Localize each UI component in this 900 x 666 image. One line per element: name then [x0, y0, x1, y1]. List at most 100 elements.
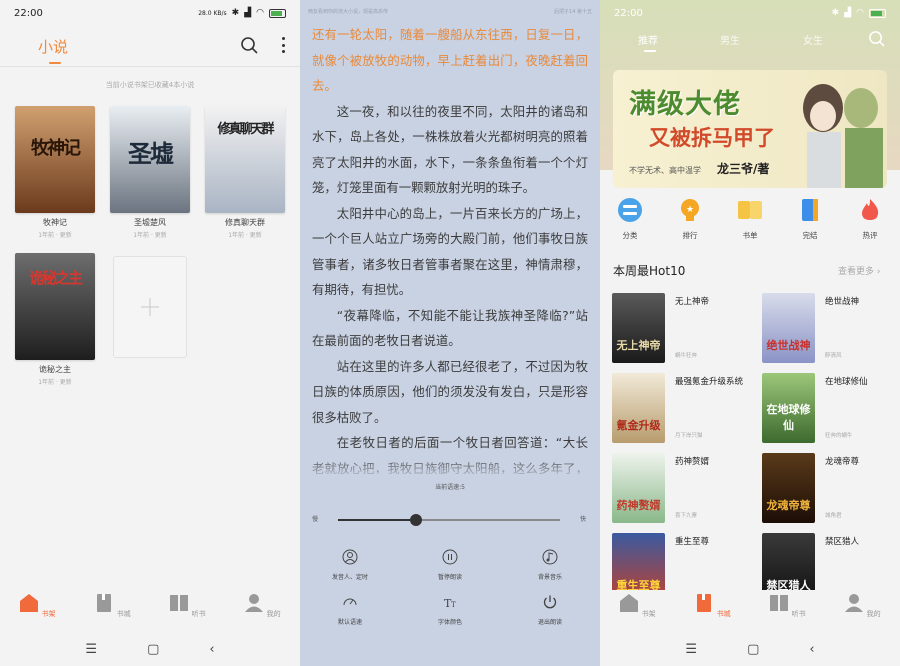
hot-book-cover: 药神赘婿 [612, 453, 665, 523]
control-label: 背景音乐 [537, 574, 562, 581]
search-icon[interactable] [868, 30, 885, 47]
hot-book-item[interactable]: 药神赘婿 药神赘婿 喜下九寨 [612, 453, 752, 523]
hot-book-author: 蜗牛狂奔 [675, 353, 698, 359]
hot-book-name: 最强氪金升级系统 [675, 377, 744, 387]
font-size-icon: TT [444, 597, 456, 610]
more-menu-icon[interactable] [280, 37, 286, 53]
back-icon[interactable]: ‹ [809, 642, 814, 657]
signal-icon: ▟ [244, 8, 252, 18]
font-color-button[interactable]: TT 字体颜色 [415, 594, 485, 626]
nav-audiobook[interactable]: 听书 [763, 593, 813, 619]
book-name: 诡秘之主 [39, 365, 71, 374]
background-music-button[interactable]: 背景音乐 [515, 549, 585, 581]
book-name: 牧神记 [43, 218, 67, 227]
nav-label: 书架 [641, 610, 656, 618]
reader-chapter-info: 两友看到你的流大小说，现是高杀传 [308, 9, 389, 15]
book-meta: 1年前 · 更新 [133, 232, 167, 239]
nav-profile[interactable]: 我的 [838, 593, 888, 619]
wifi-icon: ◠ [856, 8, 864, 18]
tab-female[interactable]: 女生 [803, 32, 823, 47]
shelf-book[interactable]: 圣墟 圣墟楚风 1年前 · 更新 [110, 106, 190, 239]
add-book-button[interactable] [113, 256, 187, 358]
exit-reading-button[interactable]: 退出朗读 [515, 594, 585, 626]
hot-book-name: 禁区猎人 [825, 537, 860, 547]
menu-icon[interactable]: ☰ [85, 642, 97, 657]
hot-book-cover: 绝世战神 [762, 293, 815, 363]
reader-progress-info: 后把子14 第十五 [554, 9, 592, 15]
nav-label: 书架 [41, 610, 56, 618]
see-more-link[interactable]: 查看更多 › [838, 264, 880, 277]
hot-book-item[interactable]: 龙魂帝尊 龙魂帝尊 城角君 [762, 453, 900, 523]
reader-content: 还有一轮太阳，随着一艘船从东往西，日复一日，就像个被放牧的动物，早上赶着出门，夜… [312, 22, 588, 507]
category-hot-review[interactable]: 热评 [845, 198, 895, 243]
bluetooth-icon: ✱ [231, 8, 240, 18]
category-completed[interactable]: 完结 [785, 198, 835, 243]
hot-book-item[interactable]: 绝世战神 绝世战神 醉清风 [762, 293, 900, 363]
trophy-icon: ★ [681, 199, 699, 221]
hot-book-item[interactable]: 氪金升级 最强氪金升级系统 月下岸只猫 [612, 373, 752, 443]
promo-banner[interactable]: 满级大佬 又被拆马甲了 不学无术、高中温学 龙三爷/著 [613, 70, 887, 188]
category-classify[interactable]: 分类 [605, 198, 655, 243]
nav-bookstore[interactable]: 书城 [688, 593, 738, 619]
banner-title: 满级大佬 [629, 89, 741, 120]
cover-title: 圣墟 [128, 140, 174, 168]
default-speed-button[interactable]: 默认语速 [315, 594, 385, 626]
pause-reading-button[interactable]: 暂停朗读 [415, 549, 485, 581]
system-nav: ☰ ▢ ‹ [600, 632, 900, 666]
control-label: 退出朗读 [537, 619, 562, 626]
back-icon[interactable]: ‹ [209, 642, 214, 657]
nav-audiobook[interactable]: 听书 [163, 593, 213, 619]
status-bar: 22:00 ✱ ▟ ◠ [600, 0, 900, 26]
hot-book-author: 喜下九寨 [675, 513, 698, 519]
shelf-book[interactable]: 牧神记 牧神记 1年前 · 更新 [15, 106, 95, 239]
hot-book-name: 在地球修仙 [825, 377, 868, 387]
tts-control-panel: 当前语速:5 慢 快 发音人、定时 暂停朗读 背景音乐 默认语速 TT 字体颜色 [300, 474, 600, 666]
tab-male[interactable]: 男生 [720, 32, 740, 47]
status-time: 22:00 [614, 7, 643, 19]
menu-icon[interactable]: ☰ [685, 642, 697, 657]
category-ranking[interactable]: ★ 排行 [665, 198, 715, 243]
power-icon [543, 595, 557, 609]
speed-slider[interactable] [338, 514, 560, 526]
nav-bookshelf[interactable]: 书架 [613, 593, 663, 619]
system-nav: ☰ ▢ ‹ [0, 632, 300, 666]
nav-bookshelf[interactable]: 书架 [13, 593, 63, 619]
music-note-icon [542, 549, 558, 565]
divider [0, 66, 300, 67]
shelf-book[interactable]: 诡秘之主 诡秘之主 1年前 · 更新 [15, 253, 95, 386]
home-button-icon[interactable]: ▢ [147, 642, 159, 657]
status-bar: 22:00 28.0 KB/s ✱ ▟ ◠ [0, 0, 300, 26]
hot-book-name: 龙魂帝尊 [825, 457, 860, 467]
search-icon[interactable] [240, 36, 258, 54]
book-cover: 牧神记 [15, 106, 95, 213]
bookshelf-screen: 22:00 28.0 KB/s ✱ ▟ ◠ 小说 当前小说书架已收藏4本小说 牧… [0, 0, 300, 666]
status-time: 22:00 [14, 7, 43, 19]
bookstore-screen: 22:00 ✱ ▟ ◠ 推荐 男生 女生 满级大佬 又被拆马甲了 不学无术、高中… [600, 0, 900, 666]
home-icon [620, 594, 639, 612]
cover-title: 龙魂帝尊 [766, 499, 811, 512]
speed-label: 当前语速:5 [435, 484, 465, 491]
status-icons: 28.0 KB/s ✱ ▟ ◠ [198, 8, 286, 18]
hot-book-item[interactable]: 无上神帝 无上神帝 蜗牛狂奔 [612, 293, 752, 363]
person-icon [845, 594, 864, 612]
tab-novel[interactable]: 小说 [38, 36, 68, 57]
nav-label: 书城 [116, 610, 131, 618]
nav-label: 书城 [716, 610, 731, 618]
nav-profile[interactable]: 我的 [238, 593, 288, 619]
nav-label: 听书 [191, 610, 206, 618]
nav-bookstore[interactable]: 书城 [88, 593, 138, 619]
cover-title: 绝世战神 [766, 339, 811, 352]
tab-recommend[interactable]: 推荐 [638, 32, 658, 47]
category-booklist[interactable]: 书单 [725, 198, 775, 243]
nav-label: 我的 [266, 610, 281, 618]
booklist-icon [738, 201, 762, 219]
home-button-icon[interactable]: ▢ [747, 642, 759, 657]
reader-screen: 两友看到你的流大小说，现是高杀传 后把子14 第十五 还有一轮太阳，随着一艘船从… [300, 0, 600, 666]
hot-book-item[interactable]: 在地球修仙 在地球修仙 狂奔的蜗牛 [762, 373, 900, 443]
flame-icon [862, 199, 879, 220]
pause-icon [442, 549, 458, 565]
voice-timer-button[interactable]: 发音人、定时 [315, 549, 385, 581]
slider-knob[interactable] [409, 514, 422, 526]
shelf-book[interactable]: 修真聊天群 修真聊天群 1年前 · 更新 [205, 106, 285, 239]
reader-topbar: 两友看到你的流大小说，现是高杀传 后把子14 第十五 [300, 0, 600, 22]
